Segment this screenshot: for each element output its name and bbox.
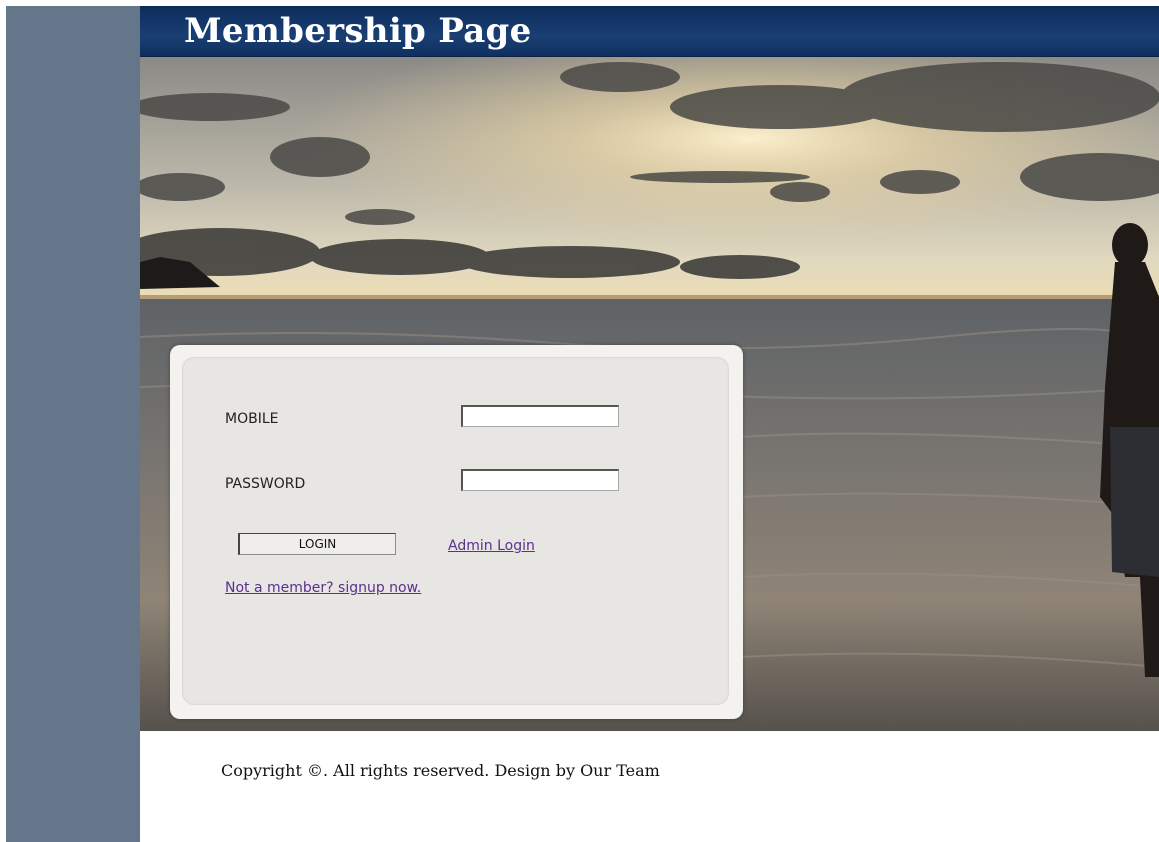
header-banner: Membership Page [140,6,1159,57]
password-input[interactable] [461,469,619,491]
left-sidebar [6,6,140,842]
login-panel-inner [182,357,729,705]
page-title: Membership Page [184,11,532,51]
mobile-label: MOBILE [225,411,279,427]
password-label: PASSWORD [225,476,306,492]
login-button[interactable]: LOGIN [238,533,396,555]
admin-login-link[interactable]: Admin Login [448,538,535,554]
signup-link[interactable]: Not a member? signup now. [225,580,421,596]
login-panel [170,345,743,719]
mobile-input[interactable] [461,405,619,427]
footer-copyright: Copyright ©. All rights reserved. Design… [221,761,660,780]
